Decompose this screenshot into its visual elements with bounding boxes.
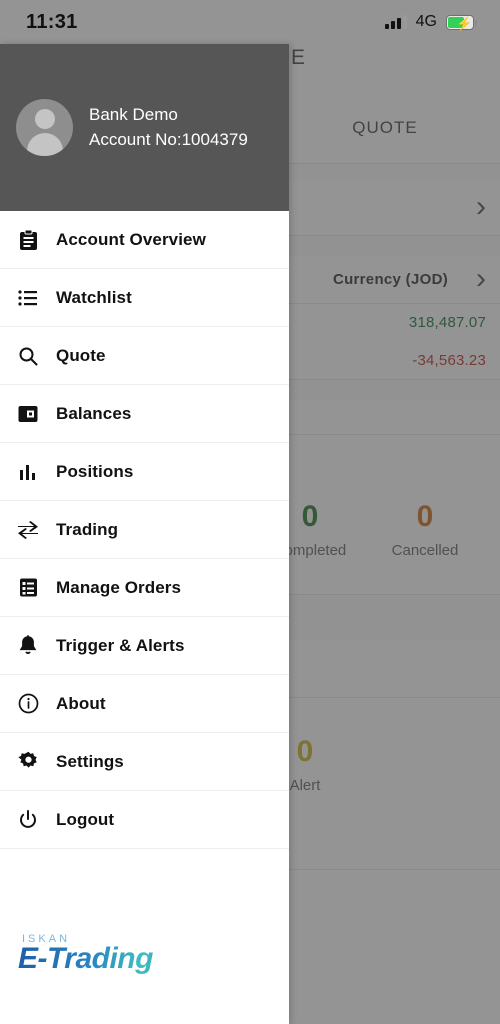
drawer-menu: Account Overview Watchlist Quote Balance…: [0, 211, 289, 849]
menu-item-settings[interactable]: Settings: [0, 733, 289, 791]
menu-item-label: Logout: [56, 809, 115, 829]
brand-logo: ISKAN E-Trading: [18, 933, 218, 976]
menu-item-trigger-alerts[interactable]: Trigger & Alerts: [0, 617, 289, 675]
menu-item-label: Positions: [56, 461, 134, 481]
menu-item-label: Balances: [56, 403, 132, 423]
bell-icon: [14, 634, 42, 658]
menu-item-label: About: [56, 693, 106, 713]
menu-item-manage-orders[interactable]: Manage Orders: [0, 559, 289, 617]
status-bar: 11:31 4G ⚡: [0, 0, 500, 44]
clipboard-list-icon: [14, 576, 42, 600]
menu-item-about[interactable]: About: [0, 675, 289, 733]
menu-item-label: Settings: [56, 751, 124, 771]
wallet-icon: [14, 402, 42, 426]
battery-charging-icon: ⚡: [446, 14, 477, 31]
power-icon: [14, 808, 42, 832]
menu-item-label: Account Overview: [56, 229, 206, 249]
bar-chart-icon: [14, 460, 42, 484]
avatar-body: [26, 133, 63, 156]
user-name: Bank Demo: [89, 104, 178, 124]
menu-item-label: Manage Orders: [56, 577, 182, 597]
status-bar-indicators: 4G ⚡: [384, 13, 477, 31]
search-icon: [14, 344, 42, 368]
menu-item-label: Watchlist: [56, 287, 132, 307]
info-circle-icon: [14, 692, 42, 716]
list-icon: [14, 286, 42, 310]
menu-item-quote[interactable]: Quote: [0, 327, 289, 385]
menu-item-label: Trading: [56, 519, 119, 539]
user-account-number: Account No:1004379: [89, 129, 248, 149]
charging-bolt-icon: ⚡: [456, 15, 473, 31]
menu-item-positions[interactable]: Positions: [0, 443, 289, 501]
drawer-user-header[interactable]: Bank Demo Account No:1004379: [0, 44, 289, 211]
user-meta: Bank Demo Account No:1004379: [89, 103, 248, 152]
menu-item-trading[interactable]: Trading: [0, 501, 289, 559]
brand-logo-main-text: E-Trading: [18, 942, 218, 976]
navigation-drawer: Bank Demo Account No:1004379 Account Ove…: [0, 44, 289, 1024]
menu-item-account-overview[interactable]: Account Overview: [0, 211, 289, 269]
status-bar-clock: 11:31: [26, 10, 78, 33]
menu-item-logout[interactable]: Logout: [0, 791, 289, 849]
app-screen: TRADE WATCHLIST QUOTE › Currency (JOD) ›…: [0, 0, 500, 1024]
menu-item-balances[interactable]: Balances: [0, 385, 289, 443]
menu-item-watchlist[interactable]: Watchlist: [0, 269, 289, 327]
exchange-arrows-icon: [14, 518, 42, 542]
person-avatar-icon: [16, 99, 73, 156]
clipboard-icon: [14, 228, 42, 252]
menu-item-label: Quote: [56, 345, 106, 365]
avatar-head: [34, 109, 55, 129]
network-type-label: 4G: [415, 13, 437, 30]
gear-icon: [14, 750, 42, 774]
menu-item-label: Trigger & Alerts: [56, 635, 185, 655]
signal-bars-icon: [384, 15, 407, 29]
